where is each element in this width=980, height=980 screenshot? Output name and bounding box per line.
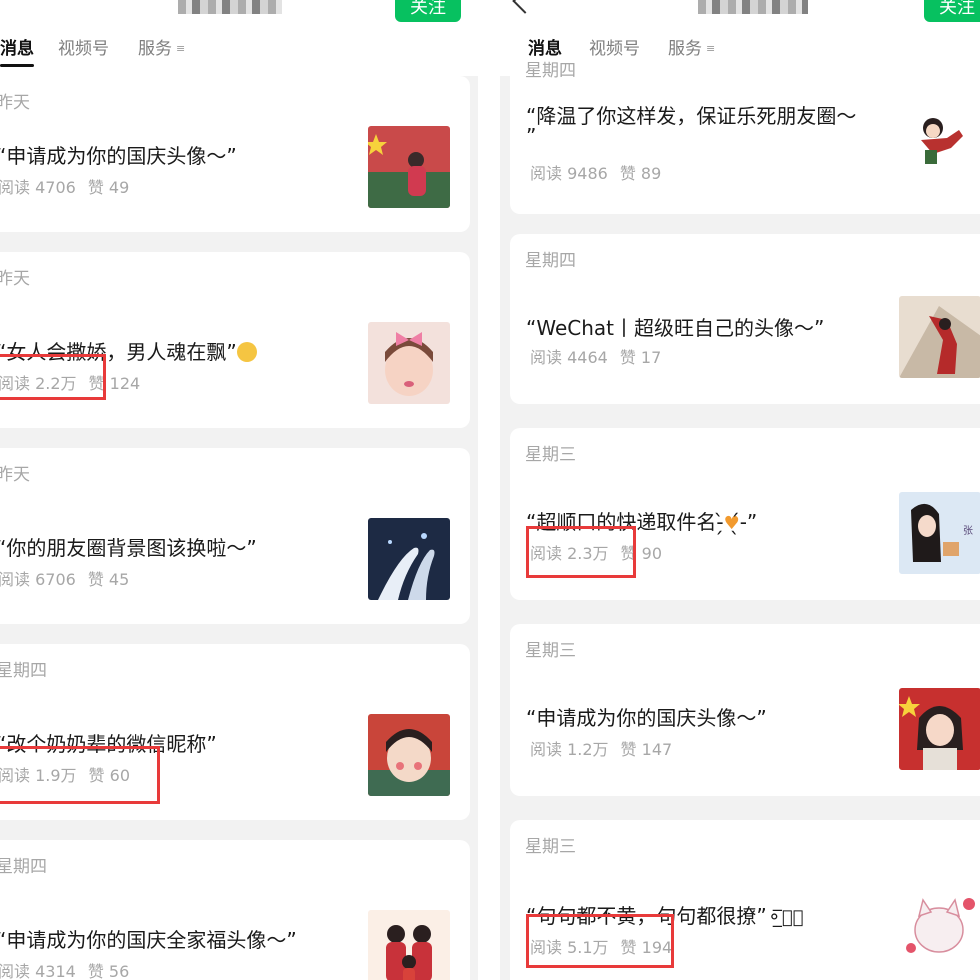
tab-services-label: 服务 (138, 39, 172, 59)
read-count: 阅读 6706 (0, 570, 76, 589)
article-date: 星期四 (525, 61, 576, 81)
article-stats: 阅读 4314 赞 56 (0, 958, 129, 980)
article-thumbnail (368, 126, 450, 208)
article-title: “申请成为你的国庆头像～” (526, 706, 767, 730)
article-date: 星期四 (525, 251, 576, 271)
account-header: 关注 消息 视频号 服务 ≡ (0, 0, 478, 76)
article-card[interactable]: 星期四 “WeChat丨超级旺自己的头像～” 阅读 4464 赞 17 (510, 234, 980, 404)
svg-text:张: 张 (963, 525, 973, 537)
like-count: 赞 56 (87, 962, 130, 980)
screenshot-divider (478, 0, 500, 980)
read-count: 阅读 9486 (530, 164, 608, 183)
article-thumbnail: 张 (899, 492, 980, 574)
article-title: “申请成为你的国庆全家福头像～” (0, 928, 297, 952)
article-card[interactable]: 星期四 “申请成为你的国庆全家福头像～” 阅读 4314 赞 56 (0, 840, 470, 980)
article-title-tail: ̖́-” (739, 510, 758, 534)
right-screenshot: 关注 消息 视频号 服务 ≡ 星期四 “降温了你这样发，保证乐死朋友圈～ ” 阅读… (500, 0, 980, 980)
read-count: 阅读 4706 (0, 178, 76, 197)
couple-kaomoji-icon: ⚬̲̅⃝⃝ (766, 907, 804, 928)
article-thumbnail (899, 688, 980, 770)
menu-icon: ≡ (176, 42, 186, 55)
article-title: “WeChat丨超级旺自己的头像～” (526, 316, 825, 340)
article-thumbnail (368, 714, 450, 796)
article-thumbnail (899, 100, 980, 182)
tab-services-label: 服务 (668, 39, 702, 59)
tab-channels[interactable]: 视频号 (589, 34, 640, 59)
article-title-line1: “降温了你这样发，保证乐死朋友圈～ (526, 104, 857, 128)
article-card[interactable]: 昨天 “你的朋友圈背景图该换啦～” 阅读 6706 赞 45 (0, 448, 470, 624)
follow-button[interactable]: 关注 (924, 0, 980, 22)
back-arrow-icon[interactable] (512, 0, 538, 14)
shush-emoji-icon (236, 342, 257, 362)
article-date: 昨天 (0, 465, 30, 485)
article-thumbnail (899, 886, 980, 968)
article-date: 星期三 (525, 445, 576, 465)
article-card[interactable]: 昨天 “申请成为你的国庆头像～” 阅读 4706 赞 49 (0, 76, 470, 232)
orange-heart-icon: ♥ (723, 513, 740, 534)
account-name-mosaic (178, 0, 282, 14)
like-count: 赞 147 (620, 740, 673, 759)
tab-services[interactable]: 服务 ≡ (138, 34, 185, 59)
article-date: 星期三 (525, 641, 576, 661)
read-count: 阅读 4464 (530, 348, 608, 367)
red-highlight-box (0, 354, 106, 400)
like-count: 赞 49 (87, 178, 130, 197)
read-count: 阅读 4314 (0, 962, 76, 980)
article-stats: 阅读 9486 赞 89 (530, 160, 661, 184)
article-stats: 阅读 1.2万赞 147 (530, 736, 672, 760)
article-thumbnail (368, 518, 450, 600)
red-highlight-box (0, 746, 160, 804)
like-count: 赞 17 (619, 348, 662, 367)
like-count: 赞 89 (619, 164, 662, 183)
article-title-line2: ” (526, 124, 537, 148)
article-stats: 阅读 4706 赞 49 (0, 174, 129, 198)
follow-button[interactable]: 关注 (395, 0, 461, 22)
article-card[interactable]: 星期四 “降温了你这样发，保证乐死朋友圈～ ” 阅读 9486 赞 89 (510, 61, 980, 214)
red-highlight-box (526, 526, 636, 578)
tab-messages[interactable]: 消息 (0, 34, 34, 67)
article-date: 星期四 (0, 857, 47, 877)
article-title: “申请成为你的国庆头像～” (0, 144, 237, 168)
article-date: 星期三 (525, 837, 576, 857)
article-date: 昨天 (0, 93, 30, 113)
tab-channels[interactable]: 视频号 (58, 34, 109, 59)
article-title: “你的朋友圈背景图该换啦～” (0, 536, 257, 560)
article-card[interactable]: 星期三 “申请成为你的国庆头像～” 阅读 1.2万赞 147 (510, 624, 980, 796)
article-date: 昨天 (0, 269, 30, 289)
article-stats: 阅读 6706 赞 45 (0, 566, 129, 590)
article-card[interactable]: 昨天 “女人会撒娇，男人魂在飘” 阅读 2.2万赞 124 (0, 252, 470, 428)
read-count: 阅读 1.2万 (530, 740, 609, 759)
article-thumbnail (899, 296, 980, 378)
red-highlight-box (526, 914, 674, 968)
like-count: 赞 45 (87, 570, 130, 589)
article-stats: 阅读 4464 赞 17 (530, 344, 661, 368)
account-name-mosaic (698, 0, 808, 14)
article-thumbnail (368, 910, 450, 980)
article-thumbnail (368, 322, 450, 404)
left-screenshot: 关注 消息 视频号 服务 ≡ 昨天 “申请成为你的国庆头像～” 阅读 4706 赞 … (0, 0, 478, 980)
tab-bar: 消息 视频号 服务 ≡ (0, 30, 478, 67)
tab-services[interactable]: 服务 ≡ (668, 34, 715, 59)
menu-icon: ≡ (706, 42, 716, 55)
article-date: 星期四 (0, 661, 47, 681)
